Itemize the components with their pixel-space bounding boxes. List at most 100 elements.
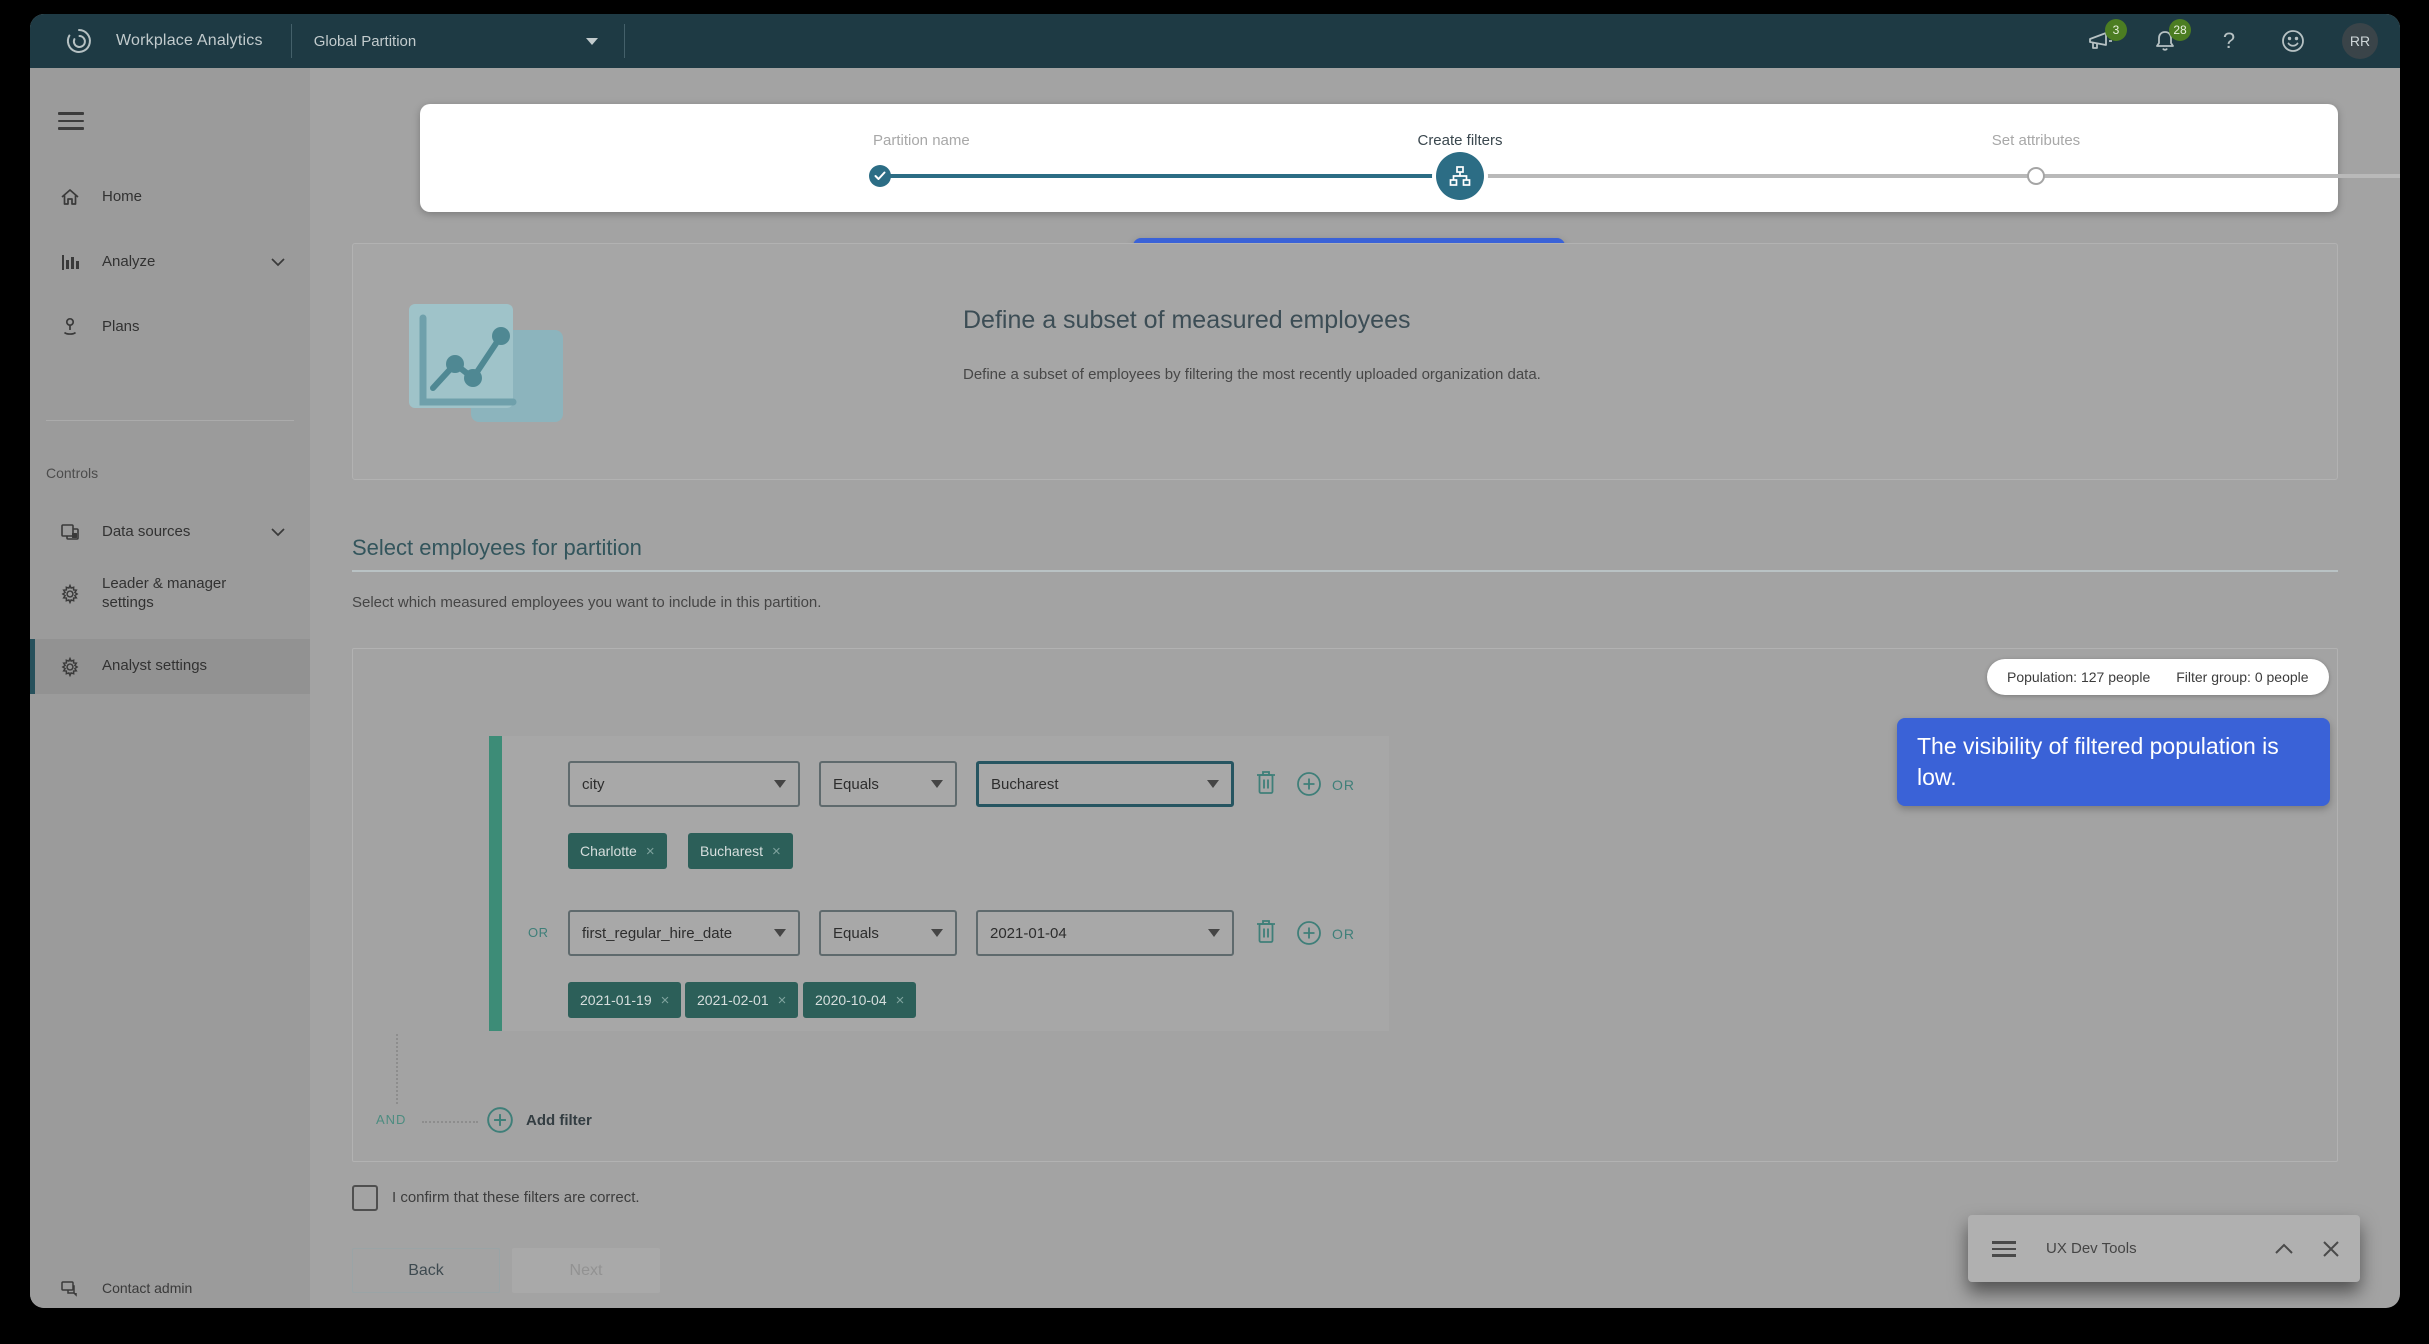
filter-tag: Charlotte × [568,833,667,869]
app-window: Workplace Analytics Global Partition 3 2… [30,14,2400,1308]
progress-stepper: Partition name Create filters Set attrib… [420,104,2338,212]
filter-tag: 2020-10-04 × [803,982,916,1018]
section-underline [352,570,2338,572]
sidebar: Home Analyze Plans Controls Data sources [30,68,310,1308]
add-or-condition-button[interactable] [1296,920,1322,951]
tag-remove-icon[interactable]: × [778,992,787,1009]
and-connector-label: AND [376,1112,406,1127]
chevron-down-icon [931,929,943,937]
tag-remove-icon[interactable]: × [772,843,781,860]
filter-operator-value: Equals [833,925,879,942]
population-summary-pill: Population: 127 people Filter group: 0 p… [1987,659,2329,695]
devtools-menu-button[interactable] [1992,1241,2016,1256]
sidebar-item-label: Data sources [102,523,190,542]
and-connector-line [422,1121,478,1123]
sidebar-item-leader-manager-settings[interactable]: Leader & manager settings [30,563,310,625]
sidebar-item-analyst-settings[interactable]: Analyst settings [30,639,310,694]
chevron-down-icon [270,524,286,541]
or-button-label[interactable]: OR [1332,926,1355,942]
filter-field-value: city [582,776,605,793]
sidebar-item-home[interactable]: Home [30,173,310,221]
plus-circle-icon [486,1106,514,1134]
intro-card: Define a subset of measured employees De… [352,243,2338,480]
bar-chart-icon [58,251,82,273]
filter-field-dropdown[interactable]: city [568,761,800,807]
filter-value-dropdown[interactable]: 2021-01-04 [976,910,1234,956]
intro-description: Define a subset of employees by filterin… [963,366,1541,383]
sidebar-item-analyze[interactable]: Analyze [30,238,310,286]
help-button[interactable]: ? [2214,26,2244,56]
partition-selector[interactable]: Global Partition [314,33,599,50]
devtools-title: UX Dev Tools [2046,1240,2137,1257]
gear-icon [58,583,82,605]
plus-circle-icon [1296,771,1322,797]
plans-icon [58,316,82,338]
confirm-filters-label: I confirm that these filters are correct… [392,1189,640,1206]
announcement-count-badge: 3 [2105,19,2127,41]
row-connector-label: OR [528,925,549,940]
sidebar-item-data-sources[interactable]: Data sources [30,508,310,556]
sidebar-section-label: Controls [46,465,98,481]
tag-label: 2021-01-19 [580,992,652,1008]
step-complete-check-icon [869,165,891,187]
notifications-button[interactable]: 28 [2150,26,2180,56]
filter-value-dropdown[interactable]: Bucharest [976,761,1234,807]
filter-tag: 2021-01-19 × [568,982,681,1018]
sidebar-item-label: Home [102,188,142,207]
chevron-up-icon[interactable] [2274,1243,2294,1255]
feedback-button[interactable] [2278,26,2308,56]
gear-icon [58,656,82,678]
avatar[interactable]: RR [2342,23,2378,59]
sidebar-collapse-button[interactable] [58,112,84,130]
step-label-partition-name: Partition name [873,132,970,149]
sidebar-item-plans[interactable]: Plans [30,303,310,351]
next-button-disabled[interactable]: Next [512,1248,660,1293]
contact-admin-icon [58,1280,82,1298]
tag-label: 2021-02-01 [697,992,769,1008]
notification-count-badge: 28 [2169,19,2191,41]
intro-title: Define a subset of measured employees [963,306,1410,335]
sidebar-footer-label: Contact admin [102,1280,192,1298]
confirm-filters-checkbox[interactable] [352,1185,378,1211]
filter-field-dropdown[interactable]: first_regular_hire_date [568,910,800,956]
announcements-button[interactable]: 3 [2086,26,2116,56]
or-button-label[interactable]: OR [1332,777,1355,793]
add-or-condition-button[interactable] [1296,771,1322,802]
step-current-orgchart-icon [1436,152,1484,200]
filter-group-accent-bar [489,736,502,1031]
trash-icon [1254,918,1278,946]
data-sources-icon [58,521,82,543]
workplace-analytics-logo-icon [64,26,94,56]
ux-dev-tools-panel: UX Dev Tools [1968,1215,2360,1282]
help-icon: ? [2223,28,2235,54]
sidebar-item-label: Analyze [102,253,155,272]
tag-remove-icon[interactable]: × [896,992,905,1009]
topbar-divider [291,24,292,58]
chevron-down-icon [774,780,786,788]
section-title: Select employees for partition [352,535,642,561]
back-button[interactable]: Back [352,1248,500,1293]
tag-remove-icon[interactable]: × [646,843,655,860]
filter-tag: 2021-02-01 × [685,982,798,1018]
delete-filter-button[interactable] [1254,769,1278,802]
smiley-icon [2280,28,2306,54]
close-icon[interactable] [2322,1240,2340,1258]
add-filter-button[interactable]: Add filter [486,1106,592,1134]
topbar-divider [624,24,625,58]
filter-tag: Bucharest × [688,833,793,869]
filter-field-value: first_regular_hire_date [582,925,732,942]
stepper-line-complete [880,174,1460,178]
stepper-line-upcoming [1460,174,2400,178]
back-button-label: Back [408,1262,444,1280]
filter-value: 2021-01-04 [990,925,1067,942]
step-label-create-filters: Create filters [1417,132,1502,149]
sidebar-item-contact-admin[interactable]: Contact admin [30,1265,310,1308]
delete-filter-button[interactable] [1254,918,1278,951]
filter-operator-dropdown[interactable]: Equals [819,761,957,807]
annotation-text: The visibility of filtered population is… [1917,733,2279,790]
filter-operator-dropdown[interactable]: Equals [819,910,957,956]
step-upcoming-dot [2027,167,2045,185]
tag-label: 2020-10-04 [815,992,887,1008]
trash-icon [1254,769,1278,797]
tag-remove-icon[interactable]: × [661,992,670,1009]
